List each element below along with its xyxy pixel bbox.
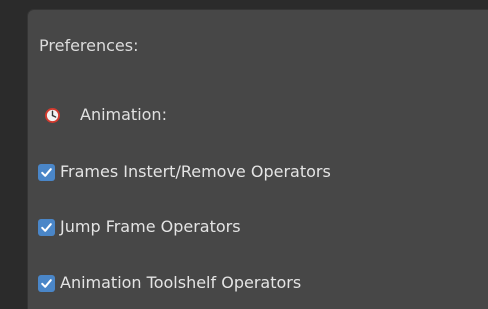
panel-title: Preferences: (39, 36, 139, 55)
animation-section-header: Animation: (44, 105, 167, 125)
checkmark-icon (41, 278, 52, 288)
checkbox[interactable] (38, 218, 55, 236)
checkbox[interactable] (38, 274, 55, 292)
option-label: Animation Toolshelf Operators (60, 273, 302, 292)
checkmark-icon (41, 167, 52, 177)
option-label: Jump Frame Operators (60, 217, 241, 236)
section-label: Animation: (80, 105, 167, 124)
option-label: Frames Instert/Remove Operators (60, 162, 331, 181)
checkmark-icon (41, 222, 52, 232)
checkbox[interactable] (38, 163, 55, 181)
clock-icon (44, 107, 61, 124)
preferences-panel: Preferences: Animation: Frames Instert/R… (27, 9, 488, 309)
option-frames-insert-remove[interactable]: Frames Instert/Remove Operators (38, 162, 331, 182)
option-jump-frame[interactable]: Jump Frame Operators (38, 217, 241, 237)
option-animation-toolshelf[interactable]: Animation Toolshelf Operators (38, 273, 301, 293)
